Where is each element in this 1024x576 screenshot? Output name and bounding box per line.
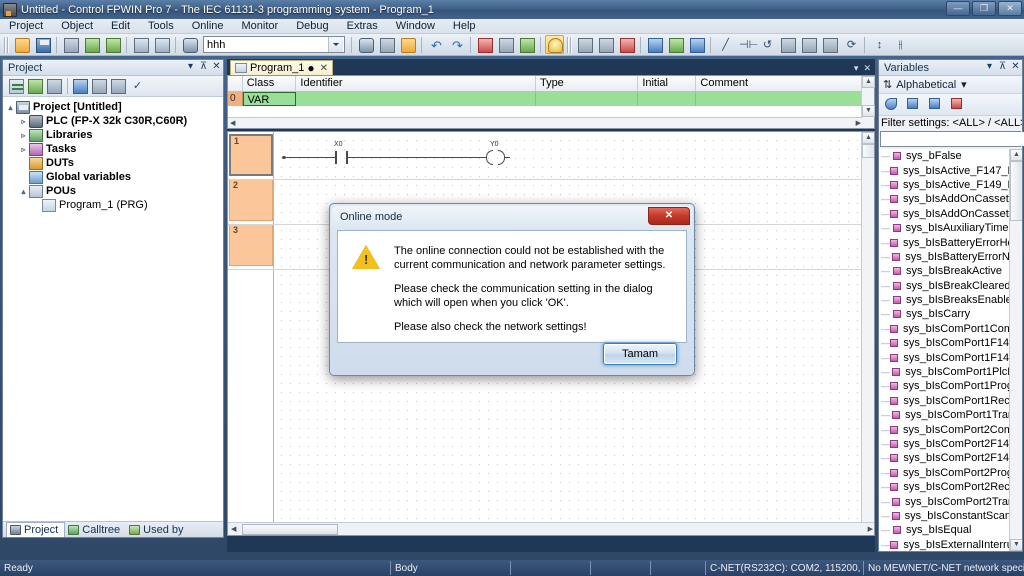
- warning-triangle-icon: !: [352, 245, 382, 273]
- dialog-body: ! The online connection could not be est…: [337, 230, 687, 343]
- dialog-ok-button[interactable]: Tamam: [603, 343, 677, 365]
- dialog-close-button[interactable]: ✕: [648, 207, 690, 225]
- ladder-scroll-right-icon[interactable]: ▶: [865, 525, 874, 533]
- dialog-message: The online connection could not be estab…: [394, 245, 674, 342]
- modal-overlay: Online mode ✕ ! The online connection co…: [0, 0, 1024, 576]
- dialog-paragraph-1: The online connection could not be estab…: [394, 245, 666, 271]
- application-window: Untitled - Control FPWIN Pro 7 - The IEC…: [0, 0, 1024, 576]
- dialog-title: Online mode: [332, 206, 692, 228]
- ladder-scroll-left-icon[interactable]: ◀: [228, 525, 239, 533]
- dialog-paragraph-2: Please check the communication setting i…: [394, 283, 653, 309]
- dialog-footer: Tamam: [337, 339, 687, 369]
- online-mode-dialog: Online mode ✕ ! The online connection co…: [329, 203, 695, 376]
- dialog-paragraph-3: Please also check the network settings!: [394, 321, 587, 333]
